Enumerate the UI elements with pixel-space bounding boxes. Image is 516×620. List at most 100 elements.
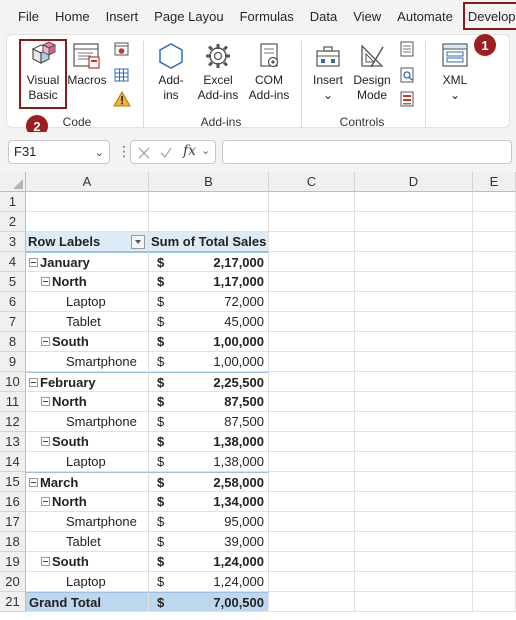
- cell-d[interactable]: [355, 192, 473, 212]
- cell-d[interactable]: [355, 532, 473, 552]
- name-box[interactable]: F31 ⌄: [8, 140, 110, 164]
- pivot-value-cell[interactable]: $2,25,500: [149, 372, 269, 392]
- collapse-toggle-icon[interactable]: [29, 378, 38, 387]
- pivot-row-label[interactable]: South: [26, 552, 149, 572]
- pivot-value-cell[interactable]: $1,17,000: [149, 272, 269, 292]
- row-header[interactable]: 3: [0, 232, 26, 252]
- grand-total-label[interactable]: Grand Total: [26, 592, 149, 612]
- pivot-row-label[interactable]: North: [26, 392, 149, 412]
- cell-c[interactable]: [269, 272, 355, 292]
- cell-d[interactable]: [355, 412, 473, 432]
- excel-add-ins-button[interactable]: Excel Add-ins: [193, 41, 243, 103]
- xml-button[interactable]: XML ⌄: [435, 41, 475, 103]
- cell-c[interactable]: [269, 332, 355, 352]
- chevron-down-icon[interactable]: ⌄: [201, 144, 210, 157]
- cell-e[interactable]: [473, 332, 516, 352]
- pivot-value-cell[interactable]: $1,24,000: [149, 552, 269, 572]
- cell-c[interactable]: [269, 472, 355, 492]
- tab-page-layout[interactable]: Page Layou: [146, 3, 231, 29]
- cell-c[interactable]: [269, 492, 355, 512]
- pivot-value-cell[interactable]: $39,000: [149, 532, 269, 552]
- pivot-value-cell[interactable]: $1,34,000: [149, 492, 269, 512]
- row-header[interactable]: 15: [0, 472, 26, 492]
- cell-d[interactable]: [355, 492, 473, 512]
- cell-e[interactable]: [473, 272, 516, 292]
- row-header[interactable]: 11: [0, 392, 26, 412]
- cell-e[interactable]: [473, 432, 516, 452]
- chevron-down-icon[interactable]: ⌄: [95, 142, 104, 164]
- collapse-toggle-icon[interactable]: [29, 478, 38, 487]
- pivot-row-label[interactable]: Tablet: [26, 312, 149, 332]
- cell-c[interactable]: [269, 412, 355, 432]
- formula-input[interactable]: [222, 140, 512, 164]
- com-add-ins-button[interactable]: COM Add-ins: [245, 41, 293, 103]
- tab-data[interactable]: Data: [302, 3, 345, 29]
- cell-e[interactable]: [473, 552, 516, 572]
- pivot-row-label[interactable]: Smartphone: [26, 412, 149, 432]
- row-header[interactable]: 10: [0, 372, 26, 392]
- cell-d[interactable]: [355, 252, 473, 272]
- cell-e[interactable]: [473, 412, 516, 432]
- row-header[interactable]: 9: [0, 352, 26, 372]
- cell-c[interactable]: [269, 312, 355, 332]
- cell-d[interactable]: [355, 352, 473, 372]
- cell-d[interactable]: [355, 452, 473, 472]
- cell-a[interactable]: [26, 192, 149, 212]
- cell-d[interactable]: [355, 592, 473, 612]
- cell-e[interactable]: [473, 492, 516, 512]
- cell-b[interactable]: [149, 212, 269, 232]
- tab-automate[interactable]: Automate: [389, 3, 461, 29]
- pivot-row-labels-header[interactable]: Row Labels: [26, 232, 149, 252]
- cell-a[interactable]: [26, 212, 149, 232]
- cell-e[interactable]: [473, 252, 516, 272]
- tab-view[interactable]: View: [345, 3, 389, 29]
- cell-d[interactable]: [355, 552, 473, 572]
- pivot-row-label[interactable]: North: [26, 492, 149, 512]
- more-options-icon[interactable]: ⋮: [117, 144, 131, 158]
- cell-d[interactable]: [355, 332, 473, 352]
- collapse-toggle-icon[interactable]: [41, 557, 50, 566]
- pivot-value-cell[interactable]: $72,000: [149, 292, 269, 312]
- cell-c[interactable]: [269, 592, 355, 612]
- record-macro-icon[interactable]: [113, 41, 131, 57]
- insert-controls-button[interactable]: Insert ⌄: [309, 41, 347, 103]
- pivot-value-cell[interactable]: $87,500: [149, 412, 269, 432]
- collapse-toggle-icon[interactable]: [41, 437, 50, 446]
- cell-d[interactable]: [355, 272, 473, 292]
- row-header[interactable]: 5: [0, 272, 26, 292]
- cell-c[interactable]: [269, 572, 355, 592]
- pivot-row-label[interactable]: January: [26, 252, 149, 272]
- run-dialog-icon[interactable]: [399, 91, 415, 107]
- properties-icon[interactable]: [399, 41, 415, 57]
- cell-d[interactable]: [355, 472, 473, 492]
- pivot-row-label[interactable]: North: [26, 272, 149, 292]
- cell-e[interactable]: [473, 232, 516, 252]
- cell-d[interactable]: [355, 292, 473, 312]
- cell-e[interactable]: [473, 572, 516, 592]
- cell-e[interactable]: [473, 472, 516, 492]
- visual-basic-button[interactable]: Visual Basic: [21, 41, 65, 103]
- cell-c[interactable]: [269, 452, 355, 472]
- cell-e[interactable]: [473, 532, 516, 552]
- row-header[interactable]: 6: [0, 292, 26, 312]
- tab-formulas[interactable]: Formulas: [232, 3, 302, 29]
- tab-file[interactable]: File: [10, 3, 47, 29]
- row-header[interactable]: 16: [0, 492, 26, 512]
- row-header[interactable]: 4: [0, 252, 26, 272]
- column-header-d[interactable]: D: [355, 172, 473, 192]
- pivot-row-label[interactable]: Laptop: [26, 572, 149, 592]
- collapse-toggle-icon[interactable]: [41, 277, 50, 286]
- cell-d[interactable]: [355, 312, 473, 332]
- pivot-value-header[interactable]: Sum of Total Sales: [149, 232, 269, 252]
- view-code-icon[interactable]: [399, 67, 415, 83]
- select-all-corner[interactable]: [0, 172, 26, 192]
- cell-c[interactable]: [269, 532, 355, 552]
- design-mode-button[interactable]: Design Mode: [349, 41, 395, 103]
- cell-e[interactable]: [473, 212, 516, 232]
- cell-e[interactable]: [473, 512, 516, 532]
- tab-developer[interactable]: Developer: [462, 2, 516, 30]
- row-header[interactable]: 20: [0, 572, 26, 592]
- pivot-row-label[interactable]: Smartphone: [26, 352, 149, 372]
- cell-e[interactable]: [473, 192, 516, 212]
- row-header[interactable]: 8: [0, 332, 26, 352]
